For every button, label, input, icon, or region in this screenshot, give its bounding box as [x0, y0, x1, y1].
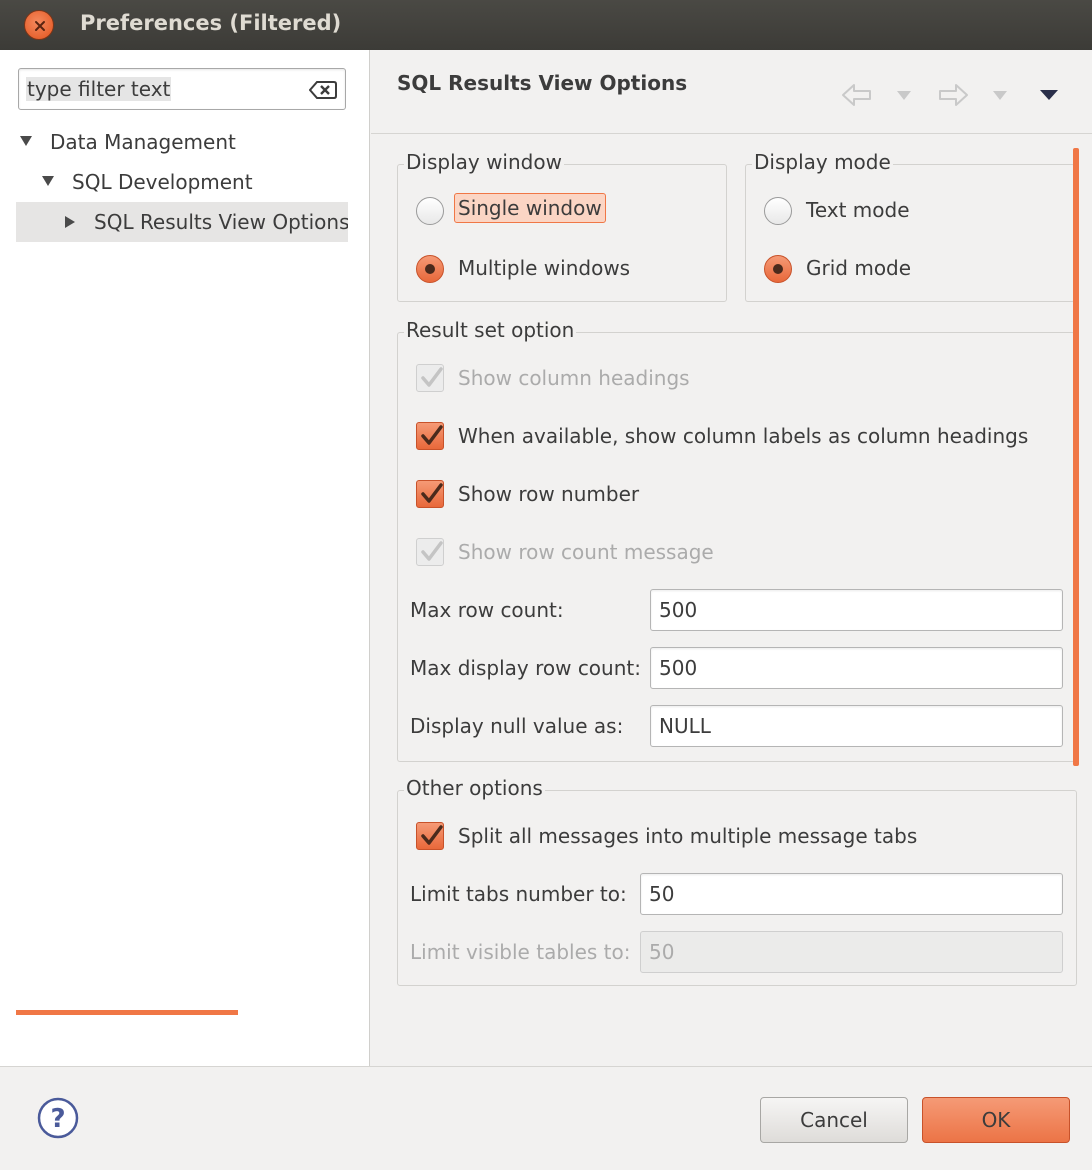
- close-icon: [35, 21, 45, 31]
- split-messages-label[interactable]: Split all messages into multiple message…: [458, 824, 917, 848]
- show-row-number-checkbox[interactable]: [416, 480, 444, 508]
- expanded-arrow-icon[interactable]: [19, 135, 33, 147]
- cancel-button[interactable]: Cancel: [760, 1097, 908, 1143]
- show-column-labels-label[interactable]: When available, show column labels as co…: [458, 424, 1028, 448]
- result-set-option-group-title: Result set option: [404, 318, 577, 342]
- page-title: SQL Results View Options: [397, 71, 688, 95]
- menu-icon[interactable]: [1039, 89, 1059, 101]
- ok-button[interactable]: OK: [922, 1097, 1070, 1143]
- scrollbar[interactable]: [1073, 148, 1079, 766]
- close-window-button[interactable]: [24, 10, 54, 40]
- checkmark-icon: [421, 367, 443, 387]
- text-mode-radio[interactable]: [764, 197, 792, 225]
- multiple-windows-label[interactable]: Multiple windows: [458, 256, 630, 280]
- window-title: Preferences (Filtered): [80, 11, 342, 35]
- max-display-row-count-label: Max display row count:: [410, 656, 641, 680]
- other-options-group-title: Other options: [404, 776, 545, 800]
- checkmark-icon: [421, 825, 443, 845]
- display-window-group: [397, 164, 727, 302]
- forward-icon[interactable]: [937, 83, 969, 107]
- page-header: SQL Results View Options: [371, 50, 1092, 134]
- show-column-labels-checkbox[interactable]: [416, 422, 444, 450]
- checkmark-icon: [421, 541, 443, 561]
- expanded-arrow-icon[interactable]: [41, 175, 55, 187]
- checkmark-icon: [421, 483, 443, 503]
- limit-tabs-number-input[interactable]: 50: [640, 873, 1063, 915]
- clear-filter-icon[interactable]: [309, 80, 337, 100]
- tree-item-data-management[interactable]: Data Management: [16, 122, 348, 162]
- show-row-number-label[interactable]: Show row number: [458, 482, 639, 506]
- limit-tabs-number-label: Limit tabs number to:: [410, 882, 627, 906]
- split-messages-checkbox[interactable]: [416, 822, 444, 850]
- show-column-headings-label: Show column headings: [458, 366, 690, 390]
- max-display-row-count-input[interactable]: 500: [650, 647, 1063, 689]
- max-row-count-input[interactable]: 500: [650, 589, 1063, 631]
- tree-item-label: Data Management: [50, 130, 236, 154]
- text-mode-label[interactable]: Text mode: [806, 198, 910, 222]
- filter-input-text[interactable]: type filter text: [26, 77, 172, 101]
- grid-mode-radio[interactable]: [764, 255, 792, 283]
- help-icon[interactable]: ?: [36, 1096, 80, 1140]
- tree-item-sql-development[interactable]: SQL Development: [16, 162, 348, 202]
- title-bar: Preferences (Filtered): [0, 0, 1092, 50]
- back-icon[interactable]: [841, 83, 873, 107]
- limit-visible-tables-label: Limit visible tables to:: [410, 940, 631, 964]
- display-mode-group-title: Display mode: [752, 150, 893, 174]
- checkmark-icon: [421, 425, 443, 445]
- tree-item-label: SQL Development: [72, 170, 253, 194]
- forward-history-dropdown-icon[interactable]: [991, 90, 1009, 102]
- back-history-dropdown-icon[interactable]: [895, 90, 913, 102]
- display-mode-group: [745, 164, 1075, 302]
- limit-visible-tables-input[interactable]: 50: [640, 931, 1063, 973]
- display-null-value-input[interactable]: NULL: [650, 705, 1063, 747]
- collapsed-arrow-icon[interactable]: [64, 215, 76, 229]
- sash-indicator: [16, 1010, 238, 1015]
- grid-mode-label[interactable]: Grid mode: [806, 256, 911, 280]
- filter-input[interactable]: type filter text: [18, 68, 346, 110]
- max-row-count-label: Max row count:: [410, 598, 564, 622]
- tree-item-sql-results-view-options[interactable]: SQL Results View Options: [16, 202, 348, 242]
- multiple-windows-radio[interactable]: [416, 255, 444, 283]
- preferences-tree-pane: type filter text Data Management SQL Dev…: [0, 50, 370, 1066]
- single-window-radio[interactable]: [416, 197, 444, 225]
- show-row-count-message-checkbox[interactable]: [416, 538, 444, 566]
- tree-item-label: SQL Results View Options: [94, 210, 348, 234]
- svg-text:?: ?: [50, 1104, 65, 1134]
- display-null-value-label: Display null value as:: [410, 714, 624, 738]
- display-window-group-title: Display window: [404, 150, 564, 174]
- single-window-label[interactable]: Single window: [454, 193, 606, 223]
- show-column-headings-checkbox[interactable]: [416, 364, 444, 392]
- show-row-count-message-label: Show row count message: [458, 540, 714, 564]
